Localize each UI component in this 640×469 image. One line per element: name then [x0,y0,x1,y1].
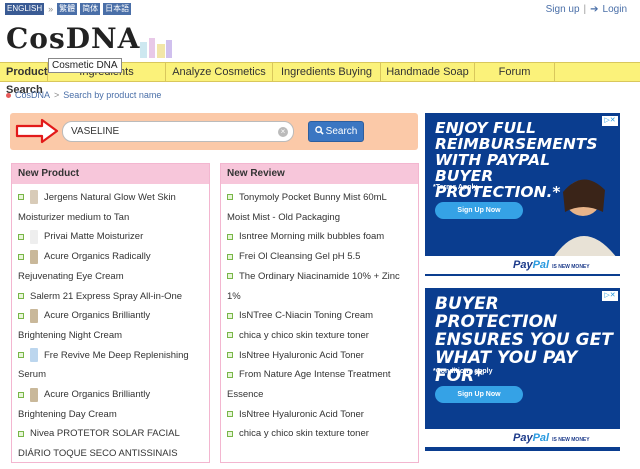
list-item[interactable]: Rejuvenating Eye Cream [18,267,203,287]
ad-note: *Terms Apply [433,184,478,191]
list-item[interactable]: Isntree Morning milk bubbles foam [227,227,412,247]
bullet-icon [227,352,233,359]
bullet-icon [227,273,233,280]
bullet-icon [227,253,233,260]
bullet-icon [227,371,233,378]
list-item[interactable]: Essence [227,385,412,405]
search-button-label: Search [325,126,358,137]
bullet-icon [18,430,24,437]
breadcrumb-dot-icon [6,92,11,98]
bullet-icon [227,194,233,201]
product-thumbnail [30,387,38,402]
bullet-icon [227,312,233,319]
product-thumbnail [30,190,38,205]
nav-analyze-cosmetics[interactable]: Analyze Cosmetics [166,63,273,81]
ad-note: *Conditions apply [433,368,493,375]
breadcrumb-separator: > [54,90,60,100]
list-item[interactable]: Fre Revive Me Deep Replenishing [18,346,203,366]
site-logo[interactable]: CosDNA [6,22,140,55]
nav-handmade-soap[interactable]: Handmade Soap [381,63,475,81]
new-review-panel: New Review Tonymoly Pocket Bunny Mist 60… [220,163,419,463]
paypal-logo: PayPal IS NEW MONEY [425,256,620,274]
lang-traditional[interactable]: 繁體 [57,3,78,15]
list-item[interactable]: Acure Organics Brilliantly [18,385,203,405]
list-item[interactable]: 1% [227,287,412,307]
list-item[interactable]: Acure Organics Radically [18,247,203,267]
list-item[interactable]: IsNTree C-Niacin Toning Cream [227,306,412,326]
list-item[interactable]: From Nature Age Intense Treatment [227,365,412,385]
list-item[interactable]: Frei Ol Cleansing Gel pH 5.5 [227,247,412,267]
bullet-icon [227,332,233,339]
bullet-icon [18,312,24,319]
list-item[interactable]: chica y chico skin texture toner [227,326,412,346]
bullet-icon [18,253,24,260]
lang-simplified[interactable]: 简体 [80,3,101,15]
list-item[interactable]: Jergens Natural Glow Wet Skin [18,188,203,208]
new-product-panel: New Product Jergens Natural Glow Wet Ski… [11,163,210,463]
language-switcher: ENGLISH » 繁體 简体 日本語 [5,3,132,15]
list-item[interactable]: Tonymoly Pocket Bunny Mist 60mL [227,188,412,208]
list-item[interactable]: Moisturizer medium to Tan [18,208,203,228]
list-item[interactable]: Brightening Day Cream [18,405,203,425]
lang-japanese[interactable]: 日本語 [103,3,132,15]
list-item[interactable]: IsNtree Hyaluronic Acid Toner [227,346,412,366]
search-icon [314,126,324,135]
cosmetics-bottles-icon [140,38,172,58]
bullet-icon [227,411,233,418]
bullet-icon [18,233,24,240]
list-item[interactable]: Moist Mist - Old Packaging [227,208,412,228]
ad-banner-1[interactable]: ▷✕ ENJOY FULL REIMBURSEMENTS WITH PAYPAL… [425,113,620,276]
product-thumbnail [30,348,38,363]
lang-english[interactable]: ENGLISH [5,3,45,15]
arrow-right-icon [15,118,59,144]
bullet-icon [18,293,24,299]
product-thumbnail [30,249,38,264]
bullet-icon [18,352,24,359]
search-button[interactable]: Search [308,121,364,142]
bullet-icon [18,194,24,201]
new-review-title: New Review [221,164,418,184]
lang-separator: » [48,4,54,14]
nav-forum[interactable]: Forum [475,63,555,81]
nav-product-search[interactable]: Product Search [0,63,48,96]
product-thumbnail [30,229,38,244]
list-item[interactable]: Brightening Night Cream [18,326,203,346]
nav-ingredients-buying[interactable]: Ingredients Buying [273,63,381,81]
ad-banner-2[interactable]: ▷✕ BUYER PROTECTION ENSURES YOU GET WHAT… [425,288,620,451]
list-item[interactable]: IsNtree Hyaluronic Acid Toner [227,405,412,425]
bullet-icon [18,391,24,398]
list-item[interactable]: The Ordinary Niacinamide 10% + Zinc [227,267,412,287]
auth-divider: | [583,4,587,15]
ad-signup-button[interactable]: Sign Up Now [435,202,523,219]
list-item[interactable]: Salerm 21 Express Spray All-in-One [18,287,203,307]
product-thumbnail [30,308,38,323]
bullet-icon [227,233,233,240]
woman-photo [553,179,617,258]
auth-links: Sign up | ➔ Login [546,4,627,15]
login-link[interactable]: Login [603,4,627,15]
logo-tooltip: Cosmetic DNA [48,58,122,73]
list-item[interactable]: Privai Matte Moisturizer [18,227,203,247]
search-input[interactable]: VASELINE [62,121,294,142]
list-item[interactable]: DIÁRIO TOQUE SECO ANTISSINAIS [18,444,203,464]
bullet-icon [227,430,233,437]
list-item[interactable]: chica y chico skin texture toner [227,424,412,444]
list-item[interactable]: Acure Organics Brilliantly [18,306,203,326]
breadcrumb-current: Search by product name [63,90,162,100]
list-item[interactable]: Nivea PROTETOR SOLAR FACIAL [18,424,203,444]
new-product-title: New Product [12,164,209,184]
signup-link[interactable]: Sign up [546,4,580,15]
ad-signup-button[interactable]: Sign Up Now [435,386,523,403]
paypal-logo: PayPal IS NEW MONEY [425,429,620,447]
list-item[interactable]: Serum [18,365,203,385]
breadcrumb-root[interactable]: CosDNA [15,90,50,100]
breadcrumb: CosDNA > Search by product name [6,90,161,100]
login-icon: ➔ [590,4,599,15]
clear-icon[interactable]: × [278,127,288,137]
top-bar: ENGLISH » 繁體 简体 日本語 Sign up | ➔ Login [0,0,640,18]
